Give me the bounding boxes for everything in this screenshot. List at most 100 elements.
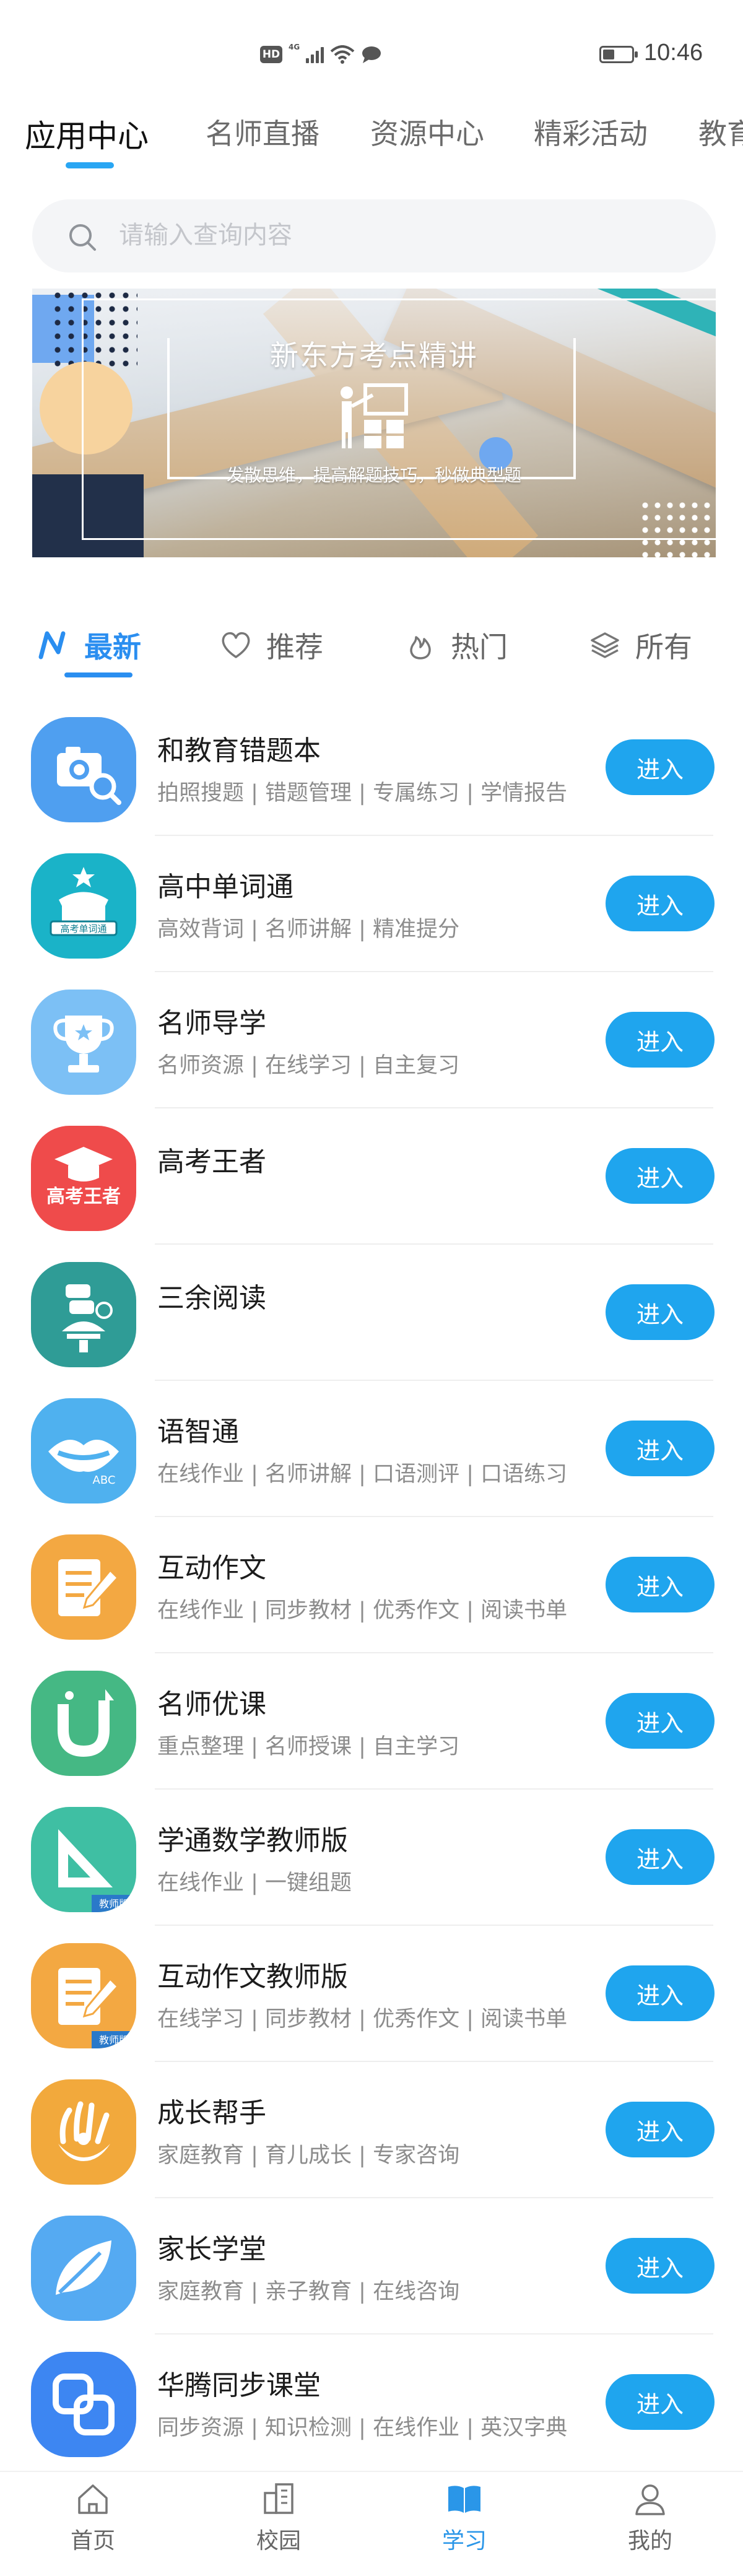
ruler-triangle-icon[interactable]: 教师版 bbox=[31, 1807, 136, 1912]
essay-pen-icon[interactable]: 教师版 bbox=[31, 1943, 136, 2048]
app-name: 三余阅读 bbox=[157, 1282, 266, 1314]
app-name: 语智通 bbox=[157, 1416, 239, 1448]
enter-button[interactable]: 进入 bbox=[606, 1012, 715, 1068]
tab-resources[interactable]: 资源中心 bbox=[370, 111, 484, 152]
linked-squares-icon[interactable] bbox=[31, 2352, 136, 2457]
enter-button[interactable]: 进入 bbox=[606, 1148, 715, 1204]
hd-badge: HD bbox=[260, 46, 282, 63]
tab-activities[interactable]: 精彩活动 bbox=[534, 111, 648, 152]
app-name: 名师优课 bbox=[157, 1689, 266, 1720]
helping-hand-icon[interactable] bbox=[31, 2079, 136, 2185]
list-item: 教师版 学通数学教师版 在线作业 | 一键组题 进入 bbox=[0, 1790, 743, 1926]
app-description: 家庭教育 | 育儿成长 | 专家咨询 bbox=[157, 2143, 460, 2168]
list-item: 名师优课 重点整理 | 名师授课 | 自主学习 进入 bbox=[0, 1653, 743, 1790]
list-item: 高考王者 高考王者 进入 bbox=[0, 1108, 743, 1245]
list-item: 华腾同步课堂 同步资源 | 知识检测 | 在线作业 | 英汉字典 进入 bbox=[0, 2334, 743, 2471]
category-tab-recommended[interactable]: 推荐 bbox=[219, 627, 323, 664]
enter-button[interactable]: 进入 bbox=[606, 1829, 715, 1885]
nav-label: 学习 bbox=[441, 2528, 487, 2554]
bottom-nav: 首页 校园 学习 我的 bbox=[0, 2471, 743, 2576]
list-item: 成长帮手 家庭教育 | 育儿成长 | 专家咨询 进入 bbox=[0, 2062, 743, 2198]
trophy-icon[interactable] bbox=[31, 990, 136, 1095]
battery-icon bbox=[599, 46, 638, 63]
app-name: 名师导学 bbox=[157, 1007, 266, 1039]
enter-button[interactable]: 进入 bbox=[606, 2238, 715, 2294]
tab-app-center[interactable]: 应用中心 bbox=[25, 111, 149, 156]
magnet-icon[interactable] bbox=[31, 1671, 136, 1776]
enter-button[interactable]: 进入 bbox=[606, 1693, 715, 1749]
app-description: 在线作业 | 名师讲解 | 口语测评 | 口语练习 bbox=[157, 1462, 568, 1487]
svg-text:高考单词通: 高考单词通 bbox=[60, 923, 106, 934]
campus-building-icon bbox=[264, 2483, 293, 2514]
enter-button[interactable]: 进入 bbox=[606, 1557, 715, 1612]
app-name: 互动作文 bbox=[157, 1552, 266, 1584]
app-description: 在线作业 | 一键组题 bbox=[157, 1871, 352, 1895]
app-name: 成长帮手 bbox=[157, 2097, 266, 2129]
essay-pen-icon[interactable] bbox=[31, 1534, 136, 1640]
list-item: 和教育错题本 拍照搜题 | 错题管理 | 专属练习 | 学情报告 进入 bbox=[0, 700, 743, 836]
app-description: 在线作业 | 同步教材 | 优秀作文 | 阅读书单 bbox=[157, 1598, 568, 1623]
nav-home[interactable]: 首页 bbox=[31, 2479, 155, 2555]
heart-icon bbox=[222, 632, 250, 658]
category-tab-label: 推荐 bbox=[266, 630, 323, 664]
enter-button[interactable]: 进入 bbox=[606, 2374, 715, 2430]
enter-button[interactable]: 进入 bbox=[606, 876, 715, 931]
search-bar[interactable] bbox=[32, 199, 716, 272]
svg-text:高考王者: 高考王者 bbox=[46, 1186, 121, 1208]
message-icon bbox=[362, 46, 381, 63]
category-tab-all[interactable]: 所有 bbox=[588, 627, 692, 664]
tab-live-teachers[interactable]: 名师直播 bbox=[206, 111, 319, 152]
app-name: 高中单词通 bbox=[157, 871, 293, 903]
nav-label: 我的 bbox=[627, 2528, 672, 2554]
category-tab-latest[interactable]: 最新 bbox=[37, 627, 141, 664]
tab-education[interactable]: 教育 bbox=[698, 111, 743, 152]
teacher-board-icon bbox=[341, 383, 408, 448]
app-name: 学通数学教师版 bbox=[157, 1825, 348, 1856]
svg-text:教师版: 教师版 bbox=[99, 2034, 129, 2046]
banner-subtitle: 发散思维，提高解题技巧，秒做典型题 bbox=[226, 465, 521, 485]
list-item: 高考单词通 高中单词通 高效背词 | 名师讲解 | 精准提分 进入 bbox=[0, 836, 743, 972]
list-item: 教师版 互动作文教师版 在线学习 | 同步教材 | 优秀作文 | 阅读书单 进入 bbox=[0, 1926, 743, 2062]
category-tabs: 最新 推荐 热门 所有 bbox=[0, 613, 743, 687]
nav-label: 校园 bbox=[256, 2528, 301, 2554]
app-name: 互动作文教师版 bbox=[157, 1961, 348, 1993]
signal-icon bbox=[306, 46, 324, 63]
speaking-lips-icon[interactable]: ABC bbox=[31, 1398, 136, 1503]
enter-button[interactable]: 进入 bbox=[606, 2102, 715, 2157]
app-name: 和教育错题本 bbox=[157, 735, 321, 767]
enter-button[interactable]: 进入 bbox=[606, 739, 715, 795]
list-item: 名师导学 名师资源 | 在线学习 | 自主复习 进入 bbox=[0, 972, 743, 1108]
home-icon bbox=[78, 2484, 108, 2514]
nav-profile[interactable]: 我的 bbox=[588, 2479, 712, 2555]
app-description: 高效背词 | 名师讲解 | 精准提分 bbox=[157, 917, 460, 942]
search-icon bbox=[69, 224, 96, 251]
person-icon bbox=[635, 2484, 665, 2515]
banner-title: 新东方考点精讲 bbox=[270, 339, 478, 372]
app-description: 拍照搜题 | 错题管理 | 专属练习 | 学情报告 bbox=[157, 781, 568, 806]
enter-button[interactable]: 进入 bbox=[606, 1421, 715, 1476]
camera-search-icon[interactable] bbox=[31, 717, 136, 822]
top-tab-bar: 应用中心 名师直播 资源中心 精彩活动 教育 bbox=[0, 105, 743, 173]
flame-icon bbox=[410, 636, 431, 659]
list-item: ABC 语智通 在线作业 | 名师讲解 | 口语测评 | 口语练习 进入 bbox=[0, 1381, 743, 1517]
search-input[interactable] bbox=[119, 217, 676, 254]
book-icon bbox=[448, 2486, 480, 2513]
promo-banner[interactable]: 新东方考点精讲 发散思维，提高解题技巧，秒做典型题 bbox=[32, 289, 716, 557]
enter-button[interactable]: 进入 bbox=[606, 1965, 715, 2021]
category-tab-popular[interactable]: 热门 bbox=[404, 627, 508, 664]
app-name: 家长学堂 bbox=[157, 2234, 266, 2265]
svg-text:ABC: ABC bbox=[93, 1474, 116, 1487]
nav-campus[interactable]: 校园 bbox=[217, 2479, 341, 2555]
clock: 10:46 bbox=[644, 40, 703, 66]
graduation-cap-icon[interactable]: 高考王者 bbox=[31, 1126, 136, 1231]
active-tab-indicator bbox=[66, 162, 114, 168]
app-description: 同步资源 | 知识检测 | 在线作业 | 英汉字典 bbox=[157, 2416, 568, 2440]
reading-icon[interactable] bbox=[31, 1262, 136, 1367]
leaf-icon[interactable] bbox=[31, 2216, 136, 2321]
enter-button[interactable]: 进入 bbox=[606, 1284, 715, 1340]
word-pass-icon[interactable]: 高考单词通 bbox=[31, 853, 136, 959]
nav-study[interactable]: 学习 bbox=[402, 2479, 526, 2555]
lightning-n-icon bbox=[38, 631, 66, 659]
layers-icon bbox=[591, 632, 619, 658]
category-tab-label: 所有 bbox=[635, 630, 692, 664]
